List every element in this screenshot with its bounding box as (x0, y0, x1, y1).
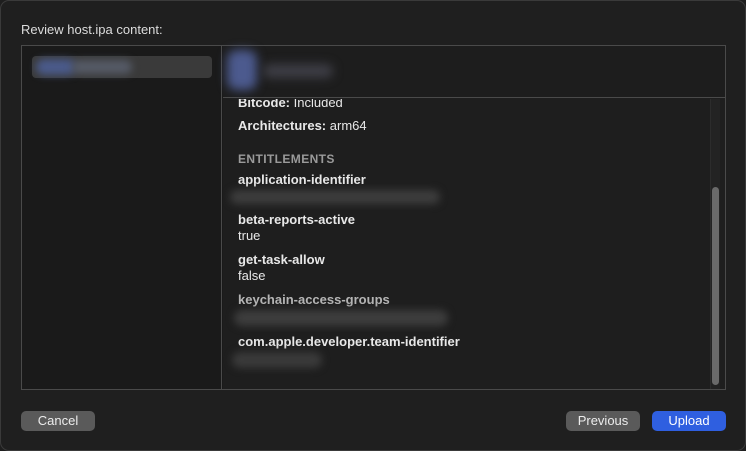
entitlement-team-identifier: com.apple.developer.team-identifier (232, 334, 698, 368)
cancel-button[interactable]: Cancel (21, 411, 95, 431)
architectures-value: arm64 (329, 118, 367, 133)
scroll-thumb[interactable] (712, 187, 719, 385)
redacted-app-name (36, 59, 76, 75)
entitlement-application-identifier: application-identifier (230, 172, 698, 204)
content-panel: Bitcode: Included Architectures: arm64 E… (21, 45, 726, 390)
entitlement-keychain-access-groups: keychain-access-groups (234, 292, 698, 326)
architectures-row: Architectures: arm64 (238, 118, 698, 134)
entitlement-get-task-allow: get-task-allow false (238, 252, 698, 284)
app-icon (227, 50, 257, 90)
sidebar-item-selected[interactable] (32, 56, 212, 78)
detail-scroll-area[interactable]: Bitcode: Included Architectures: arm64 E… (223, 99, 725, 389)
vertical-scrollbar[interactable] (710, 99, 720, 389)
entitlement-key: beta-reports-active (238, 212, 356, 227)
entitlement-value: true (238, 228, 261, 243)
redacted-app-name-tail (72, 60, 132, 74)
redacted-app-title (263, 64, 333, 78)
previous-button[interactable]: Previous (566, 411, 640, 431)
redacted-value (234, 308, 698, 326)
redacted-value (230, 188, 698, 204)
entitlement-key: keychain-access-groups (238, 292, 390, 307)
entitlements-section-title: ENTITLEMENTS (238, 152, 335, 166)
dialog-heading: Review host.ipa content: (21, 22, 163, 37)
detail-pane: Bitcode: Included Architectures: arm64 E… (223, 46, 725, 389)
entitlement-value: false (238, 268, 266, 283)
bitcode-value: Included (293, 99, 343, 110)
review-dialog: Review host.ipa content: Bitcode: Includ… (0, 0, 746, 451)
upload-button[interactable]: Upload (652, 411, 726, 431)
entitlement-beta-reports-active: beta-reports-active true (238, 212, 698, 244)
entitlement-key: application-identifier (238, 172, 366, 187)
redacted-value (232, 350, 698, 368)
entitlement-key: com.apple.developer.team-identifier (238, 334, 460, 349)
bitcode-row: Bitcode: Included (238, 99, 698, 111)
architectures-label: Architectures: (238, 118, 327, 133)
entitlement-key: get-task-allow (238, 252, 325, 267)
bitcode-label: Bitcode: (238, 99, 290, 110)
app-header (223, 46, 725, 98)
distribution-sidebar (22, 46, 222, 389)
